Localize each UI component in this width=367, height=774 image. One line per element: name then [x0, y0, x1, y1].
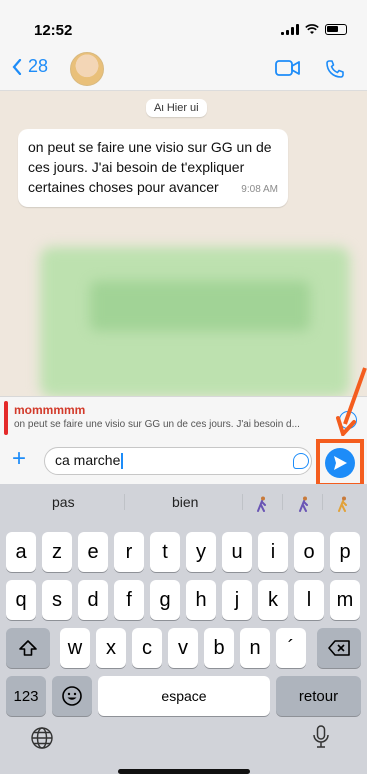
chat-header: 28: [0, 48, 367, 91]
key[interactable]: a: [6, 532, 36, 572]
blurred-message-detail: [90, 281, 310, 331]
status-bar: 12:52: [0, 0, 367, 48]
chevron-left-icon: [12, 58, 22, 75]
chat-area[interactable]: Aι Hier ui on peut se faire une visio su…: [0, 91, 367, 396]
battery-icon: [325, 24, 347, 35]
suggestion-item[interactable]: bien: [172, 494, 198, 510]
backspace-icon: [328, 640, 350, 656]
compose-bar: + ca marche: [0, 438, 367, 484]
key[interactable]: o: [294, 532, 324, 572]
reply-preview[interactable]: mommmmm on peut se faire une visio sur G…: [0, 396, 367, 439]
delete-key[interactable]: [317, 628, 361, 668]
suggestion-item[interactable]: pas: [52, 494, 75, 510]
wifi-icon: [305, 24, 319, 34]
plus-icon[interactable]: +: [12, 446, 26, 472]
reply-sender-name: mommmmm: [14, 403, 86, 417]
key[interactable]: ´: [276, 628, 306, 668]
return-key[interactable]: retour: [276, 676, 361, 716]
walking-person-emoji-icon[interactable]: [256, 496, 268, 512]
key[interactable]: w: [60, 628, 90, 668]
globe-icon[interactable]: [30, 726, 54, 750]
message-time: 9:08 AM: [241, 184, 278, 195]
status-icons: [281, 24, 347, 35]
sticker-icon[interactable]: [293, 453, 309, 469]
keyboard: pas bien a z e r t y u i o p q s d f g h…: [0, 484, 367, 774]
key[interactable]: d: [78, 580, 108, 620]
key[interactable]: t: [150, 532, 180, 572]
cellular-signal-icon: [281, 24, 299, 35]
suggestion-separator: [124, 494, 125, 510]
shift-arrow-icon: [19, 640, 37, 656]
key[interactable]: c: [132, 628, 162, 668]
reply-quoted-text: on peut se faire une visio sur GG un de …: [14, 419, 300, 430]
key[interactable]: h: [186, 580, 216, 620]
key[interactable]: r: [114, 532, 144, 572]
key[interactable]: f: [114, 580, 144, 620]
key[interactable]: e: [78, 532, 108, 572]
text-caret: [121, 453, 124, 470]
microphone-icon[interactable]: [312, 724, 330, 750]
key[interactable]: v: [168, 628, 198, 668]
send-button[interactable]: [325, 448, 355, 478]
home-indicator: [118, 769, 250, 774]
key[interactable]: s: [42, 580, 72, 620]
phone-call-icon[interactable]: [325, 59, 345, 79]
keyboard-row-2: q s d f g h j k l m: [0, 580, 367, 620]
keyboard-row-3: w x c v b n ´: [0, 628, 367, 668]
walking-person-emoji-icon[interactable]: [337, 496, 349, 512]
key[interactable]: z: [42, 532, 72, 572]
incoming-message[interactable]: on peut se faire une visio sur GG un de …: [18, 129, 288, 207]
suggestion-separator: [282, 494, 283, 510]
message-input[interactable]: ca marche: [44, 447, 312, 475]
back-count: 28: [28, 56, 49, 76]
date-separator: Aι Hier ui: [146, 99, 207, 117]
suggestion-separator: [242, 494, 243, 510]
key[interactable]: u: [222, 532, 252, 572]
emoji-key[interactable]: [52, 676, 92, 716]
key[interactable]: n: [240, 628, 270, 668]
key[interactable]: p: [330, 532, 360, 572]
key[interactable]: j: [222, 580, 252, 620]
key[interactable]: x: [96, 628, 126, 668]
key[interactable]: i: [258, 532, 288, 572]
key[interactable]: m: [330, 580, 360, 620]
back-button[interactable]: 28: [12, 56, 48, 77]
walking-person-emoji-icon[interactable]: [298, 496, 310, 512]
send-arrow-icon: [334, 456, 347, 470]
key[interactable]: l: [294, 580, 324, 620]
key[interactable]: q: [6, 580, 36, 620]
message-line: on peut se faire une visio sur GG un de: [28, 139, 272, 155]
suggestion-separator: [322, 494, 323, 510]
contact-avatar[interactable]: [70, 52, 104, 86]
status-time: 12:52: [34, 22, 73, 39]
key[interactable]: b: [204, 628, 234, 668]
video-call-icon[interactable]: [275, 59, 301, 77]
reply-accent-bar: [4, 401, 8, 435]
keyboard-row-4: 123 espace retour: [0, 676, 367, 716]
suggestion-bar: pas bien: [0, 484, 367, 520]
space-key[interactable]: espace: [98, 676, 270, 716]
emoji-icon: [62, 686, 82, 706]
annotation-arrow-icon: [336, 367, 367, 436]
message-line: ces jours. J'ai besoin de t'expliquer: [28, 159, 245, 175]
shift-key[interactable]: [6, 628, 50, 668]
keyboard-bottom-bar: [0, 722, 367, 774]
numbers-key[interactable]: 123: [6, 676, 46, 716]
message-input-text: ca marche: [55, 452, 121, 468]
keyboard-row-1: a z e r t y u i o p: [0, 532, 367, 572]
key[interactable]: k: [258, 580, 288, 620]
key[interactable]: g: [150, 580, 180, 620]
key[interactable]: y: [186, 532, 216, 572]
